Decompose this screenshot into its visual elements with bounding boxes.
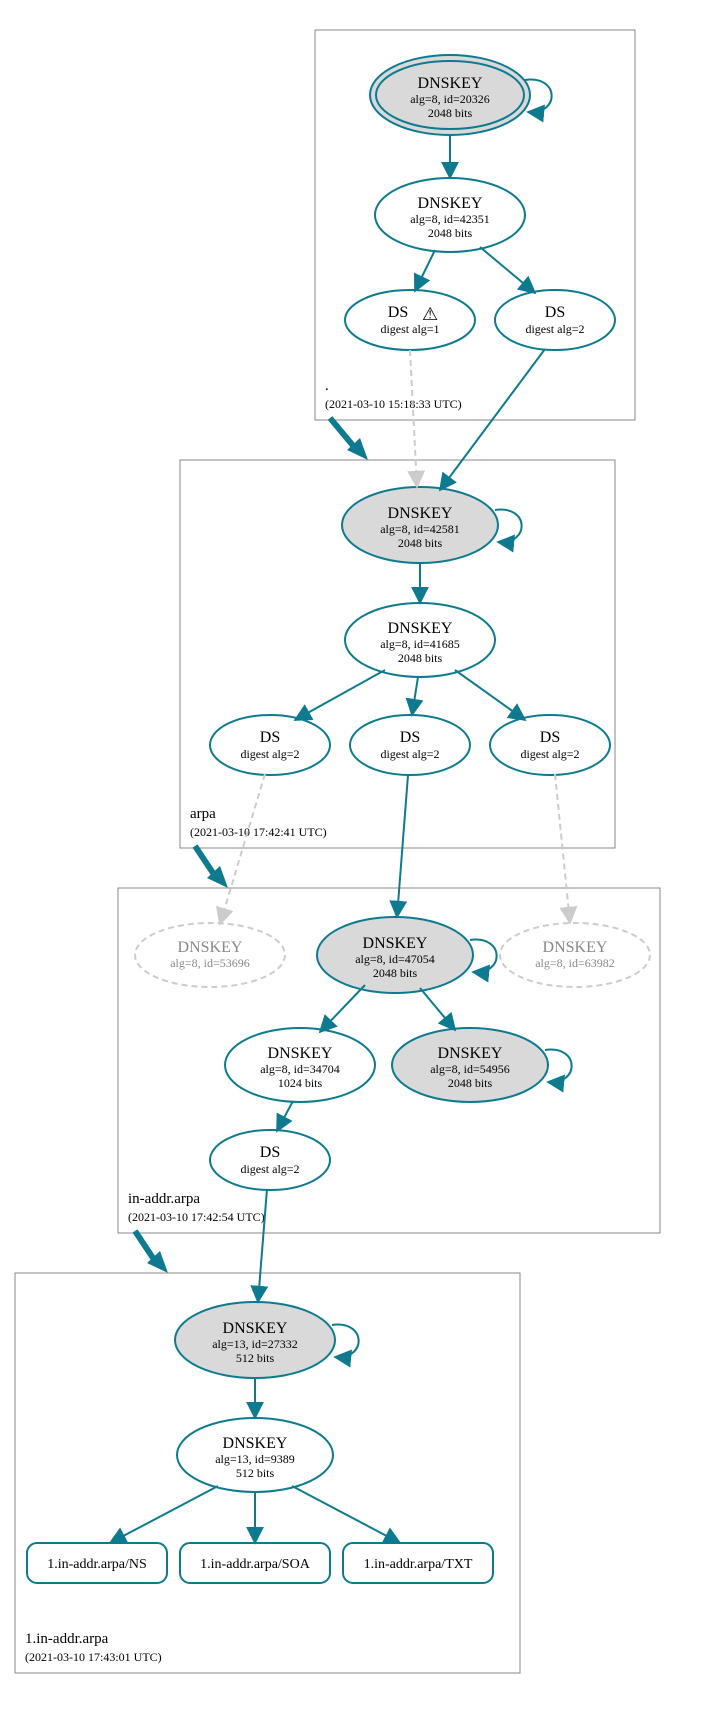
svg-text:DNSKEY: DNSKEY <box>178 939 243 956</box>
svg-text:DNSKEY: DNSKEY <box>388 620 453 637</box>
node-arpa-zsk: DNSKEY alg=8, id=41685 2048 bits <box>345 603 495 677</box>
svg-text:DS: DS <box>400 729 420 746</box>
svg-text:digest alg=2: digest alg=2 <box>380 747 439 761</box>
edge-ksk-zsk-in <box>320 985 365 1032</box>
svg-text:DS: DS <box>545 304 565 321</box>
node-inaddr-dkA: DNSKEY alg=8, id=53696 <box>135 923 285 987</box>
svg-text:alg=8, id=41685: alg=8, id=41685 <box>380 637 460 651</box>
svg-text:1.in-addr.arpa/NS: 1.in-addr.arpa/NS <box>47 1557 147 1572</box>
zone-inaddr-label: in-addr.arpa <box>128 1191 200 1207</box>
edge-selfloop-one-ksk <box>332 1325 359 1358</box>
svg-text:alg=8, id=54956: alg=8, id=54956 <box>430 1062 510 1076</box>
svg-text:alg=8, id=53696: alg=8, id=53696 <box>170 956 250 970</box>
edge-ksk-dkE <box>420 988 455 1030</box>
svg-text:512 bits: 512 bits <box>236 1351 275 1365</box>
svg-text:DS: DS <box>260 729 280 746</box>
node-root-ds2: DS digest alg=2 <box>495 290 615 350</box>
svg-text:DS: DS <box>388 304 408 321</box>
edge-dsb-ksk <box>397 775 408 917</box>
edge-ds-one <box>258 1189 267 1302</box>
edge-root-zsk-ds1 <box>415 250 435 291</box>
warning-icon: ⚠ <box>422 304 438 324</box>
svg-text:2048 bits: 2048 bits <box>398 536 443 550</box>
node-rr-ns: 1.in-addr.arpa/NS <box>27 1543 167 1583</box>
zone-root-timestamp: (2021-03-10 15:18:33 UTC) <box>325 397 462 411</box>
node-rr-txt: 1.in-addr.arpa/TXT <box>343 1543 493 1583</box>
svg-text:digest alg=2: digest alg=2 <box>525 322 584 336</box>
svg-text:2048 bits: 2048 bits <box>428 106 473 120</box>
svg-text:alg=8, id=42351: alg=8, id=42351 <box>410 212 490 226</box>
node-one-zsk: DNSKEY alg=13, id=9389 512 bits <box>177 1418 333 1492</box>
svg-text:1.in-addr.arpa/SOA: 1.in-addr.arpa/SOA <box>200 1557 311 1572</box>
node-rr-soa: 1.in-addr.arpa/SOA <box>180 1543 330 1583</box>
svg-text:alg=8, id=34704: alg=8, id=34704 <box>260 1062 340 1076</box>
svg-text:alg=8, id=47054: alg=8, id=47054 <box>355 952 435 966</box>
svg-text:DS: DS <box>260 1144 280 1161</box>
zone-inaddr-timestamp: (2021-03-10 17:42:54 UTC) <box>128 1210 265 1224</box>
edge-zone-root-arpa <box>330 418 355 448</box>
node-arpa-ds-b: DS digest alg=2 <box>350 715 470 775</box>
svg-text:DNSKEY: DNSKEY <box>268 1045 333 1062</box>
node-inaddr-dkC: DNSKEY alg=8, id=63982 <box>500 923 650 987</box>
svg-text:1.in-addr.arpa/TXT: 1.in-addr.arpa/TXT <box>364 1557 473 1572</box>
svg-text:digest alg=2: digest alg=2 <box>240 1162 299 1176</box>
svg-text:DNSKEY: DNSKEY <box>223 1320 288 1337</box>
edge-arpa-zsk-dsc <box>455 670 525 720</box>
svg-text:alg=13, id=27332: alg=13, id=27332 <box>212 1337 298 1351</box>
svg-text:DNSKEY: DNSKEY <box>418 75 483 92</box>
svg-text:digest alg=2: digest alg=2 <box>240 747 299 761</box>
svg-text:512 bits: 512 bits <box>236 1466 275 1480</box>
edge-zone-inaddr-one <box>135 1231 155 1261</box>
svg-text:DS: DS <box>540 729 560 746</box>
svg-text:2048 bits: 2048 bits <box>373 966 418 980</box>
svg-text:DNSKEY: DNSKEY <box>223 1435 288 1452</box>
svg-text:DNSKEY: DNSKEY <box>418 195 483 212</box>
svg-text:2048 bits: 2048 bits <box>448 1076 493 1090</box>
zone-arpa-timestamp: (2021-03-10 17:42:41 UTC) <box>190 825 327 839</box>
zone-one-label: 1.in-addr.arpa <box>25 1631 109 1647</box>
svg-text:DNSKEY: DNSKEY <box>543 939 608 956</box>
svg-text:DNSKEY: DNSKEY <box>438 1045 503 1062</box>
dnssec-trust-graph: . (2021-03-10 15:18:33 UTC) DNSKEY alg=8… <box>0 0 717 1713</box>
node-arpa-ds-c: DS digest alg=2 <box>490 715 610 775</box>
svg-text:alg=8, id=20326: alg=8, id=20326 <box>410 92 490 106</box>
node-inaddr-zsk: DNSKEY alg=8, id=34704 1024 bits <box>225 1028 375 1102</box>
node-root-ksk: DNSKEY alg=8, id=20326 2048 bits <box>370 55 530 135</box>
edge-arpa-zsk-dsb <box>412 677 418 715</box>
node-root-ds1: DS ⚠ digest alg=1 <box>345 290 475 350</box>
svg-text:1024 bits: 1024 bits <box>278 1076 323 1090</box>
edge-zsk-txt <box>292 1486 400 1543</box>
svg-text:alg=13, id=9389: alg=13, id=9389 <box>215 1452 295 1466</box>
svg-text:DNSKEY: DNSKEY <box>388 505 453 522</box>
svg-text:digest alg=1: digest alg=1 <box>380 322 439 336</box>
edge-dsa-dkA <box>220 774 265 924</box>
node-arpa-ksk: DNSKEY alg=8, id=42581 2048 bits <box>342 487 498 563</box>
node-inaddr-ksk: DNSKEY alg=8, id=47054 2048 bits <box>317 917 473 993</box>
edge-ds1-arpa <box>410 350 417 487</box>
edge-selfloop-inaddr-dkE <box>545 1050 572 1083</box>
node-arpa-ds-a: DS digest alg=2 <box>210 715 330 775</box>
edge-zsk-ns <box>110 1486 218 1543</box>
node-one-ksk: DNSKEY alg=13, id=27332 512 bits <box>175 1302 335 1378</box>
svg-text:2048 bits: 2048 bits <box>398 651 443 665</box>
edge-arpa-zsk-dsa <box>295 670 385 720</box>
zone-arpa-label: arpa <box>190 806 216 822</box>
svg-text:alg=8, id=42581: alg=8, id=42581 <box>380 522 460 536</box>
edge-selfloop-arpa-ksk <box>495 510 522 543</box>
svg-text:2048 bits: 2048 bits <box>428 226 473 240</box>
svg-text:DNSKEY: DNSKEY <box>363 935 428 952</box>
edge-selfloop-inaddr-ksk <box>470 940 497 973</box>
svg-text:digest alg=2: digest alg=2 <box>520 747 579 761</box>
edge-zsk-ds-in <box>277 1101 293 1131</box>
edge-root-zsk-ds2 <box>480 247 535 293</box>
node-inaddr-ds: DS digest alg=2 <box>210 1130 330 1190</box>
zone-one-timestamp: (2021-03-10 17:43:01 UTC) <box>25 1650 162 1664</box>
svg-text:alg=8, id=63982: alg=8, id=63982 <box>535 956 615 970</box>
zone-root-label: . <box>325 378 329 394</box>
node-root-zsk: DNSKEY alg=8, id=42351 2048 bits <box>375 178 525 252</box>
edge-zone-arpa-inaddr <box>195 846 215 876</box>
node-inaddr-dkE: DNSKEY alg=8, id=54956 2048 bits <box>392 1028 548 1102</box>
